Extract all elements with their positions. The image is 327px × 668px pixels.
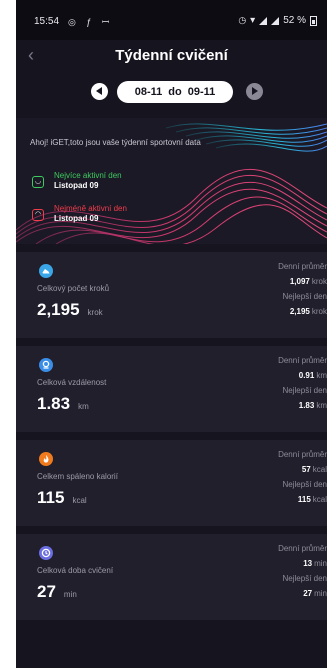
calories-label: Celkem spáleno kalorií bbox=[37, 472, 118, 481]
distance-total: 1.83 km bbox=[37, 394, 89, 413]
most-active-label: Nejvíce aktivní den bbox=[54, 171, 122, 180]
calories-avg-value: 57 kcal bbox=[301, 465, 327, 474]
duration-best-value: 27 min bbox=[303, 589, 327, 598]
previous-week-button[interactable] bbox=[91, 83, 108, 100]
most-active-date: Listopad 09 bbox=[54, 181, 99, 190]
calories-avg-label: Denní průměr bbox=[278, 450, 327, 459]
calories-card[interactable]: Celkem spáleno kalorií 115 kcal Denní prů… bbox=[16, 440, 327, 526]
next-week-button[interactable] bbox=[246, 83, 263, 100]
duration-best-label: Nejlepší den bbox=[282, 574, 327, 583]
least-active-label: Nejméně aktivní den bbox=[54, 204, 127, 213]
steps-avg-value: 1,097 krok bbox=[289, 277, 327, 286]
calories-best-label: Nejlepší den bbox=[282, 480, 327, 489]
duration-avg-label: Denní průměr bbox=[278, 544, 327, 553]
notification-icons: ◎ ƒ ꟷ bbox=[68, 17, 114, 27]
duration-total: 27 min bbox=[37, 582, 77, 601]
summary-banner: Ahoj! iGET,toto jsou vaše týdenní sporto… bbox=[16, 118, 327, 244]
battery-icon bbox=[310, 15, 317, 26]
duration-card[interactable]: Celková doba cvičení 27 min Denní průměr … bbox=[16, 534, 327, 620]
status-bar: 15:54 ◎ ƒ ꟷ ◷ ▾ 52 % bbox=[16, 0, 327, 40]
duration-label: Celková doba cvičení bbox=[37, 566, 114, 575]
location-pin-icon bbox=[39, 358, 53, 372]
signal-icon bbox=[271, 16, 280, 25]
distance-label: Celková vzdálenost bbox=[37, 378, 107, 387]
steps-best-value: 2,195 krok bbox=[289, 307, 327, 316]
sad-face-icon: ◠ bbox=[32, 209, 44, 221]
status-right: ◷ ▾ 52 % bbox=[238, 15, 317, 26]
greeting-text: Ahoj! iGET,toto jsou vaše týdenní sporto… bbox=[30, 138, 201, 147]
range-to: 09-11 bbox=[187, 86, 216, 98]
distance-best-label: Nejlepší den bbox=[282, 386, 327, 395]
range-from: 08-11 bbox=[134, 86, 163, 98]
phone-screen: 15:54 ◎ ƒ ꟷ ◷ ▾ 52 % ‹ Týdenní cvičení 0… bbox=[16, 0, 327, 668]
least-active-date: Listopad 09 bbox=[54, 214, 99, 223]
steps-avg-label: Denní průměr bbox=[278, 262, 327, 271]
signal-icon bbox=[259, 16, 268, 25]
calories-best-value: 115 kcal bbox=[297, 495, 327, 504]
distance-avg-label: Denní průměr bbox=[278, 356, 327, 365]
steps-card[interactable]: Celkový počet kroků 2,195 krok Denní prům… bbox=[16, 252, 327, 338]
clock-icon bbox=[39, 546, 53, 560]
duration-avg-value: 13 min bbox=[303, 559, 327, 568]
page-title: Týdenní cvičení bbox=[115, 47, 228, 64]
distance-card[interactable]: Celková vzdálenost 1.83 km Denní průměr 0… bbox=[16, 346, 327, 432]
flame-icon bbox=[39, 452, 53, 466]
happy-face-icon: ◡ bbox=[32, 176, 44, 188]
steps-total: 2,195 krok bbox=[37, 300, 103, 319]
distance-avg-value: 0.91 km bbox=[298, 371, 327, 380]
date-range-pill[interactable]: 08-11 do 09-11 bbox=[117, 81, 233, 103]
steps-label: Celkový počet kroků bbox=[37, 284, 110, 293]
calories-total: 115 kcal bbox=[37, 488, 87, 507]
alarm-icon: ◷ bbox=[238, 15, 247, 25]
distance-best-value: 1.83 km bbox=[298, 401, 327, 410]
wifi-icon: ▾ bbox=[250, 15, 256, 26]
battery-percent: 52 % bbox=[283, 15, 306, 26]
shoe-icon bbox=[39, 264, 53, 278]
steps-best-label: Nejlepší den bbox=[282, 292, 327, 301]
range-separator: do bbox=[168, 86, 182, 98]
status-time: 15:54 bbox=[34, 16, 60, 27]
